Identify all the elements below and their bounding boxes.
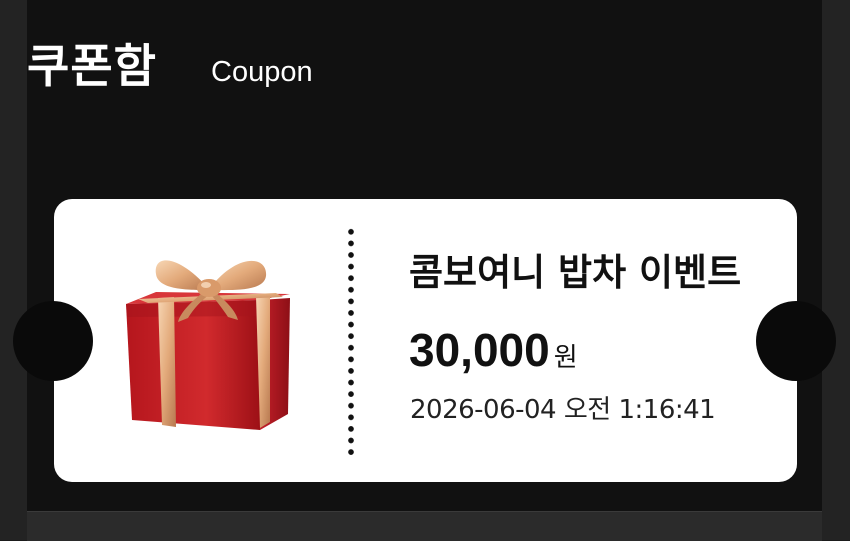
perforation-divider (348, 226, 354, 458)
coupon-name: 콤보여니 밥차 이벤트 (409, 251, 742, 294)
page-subtitle: Coupon (211, 56, 313, 88)
coupon-amount-row: 30,000 원 (409, 322, 578, 389)
gift-box-icon (126, 260, 290, 430)
coupon-notch-left (13, 301, 93, 381)
coupon-datetime: 2026-06-04 오전 1:16:41 (410, 395, 716, 425)
page-title: 쿠폰함 (27, 39, 157, 93)
coupon-notch-right (756, 301, 836, 381)
left-edge (0, 0, 27, 540)
coupon-amount-unit: 원 (553, 343, 578, 373)
next-coupon-card[interactable] (27, 511, 822, 541)
coupon-amount: 30,000 (409, 324, 550, 376)
right-edge (822, 0, 850, 540)
